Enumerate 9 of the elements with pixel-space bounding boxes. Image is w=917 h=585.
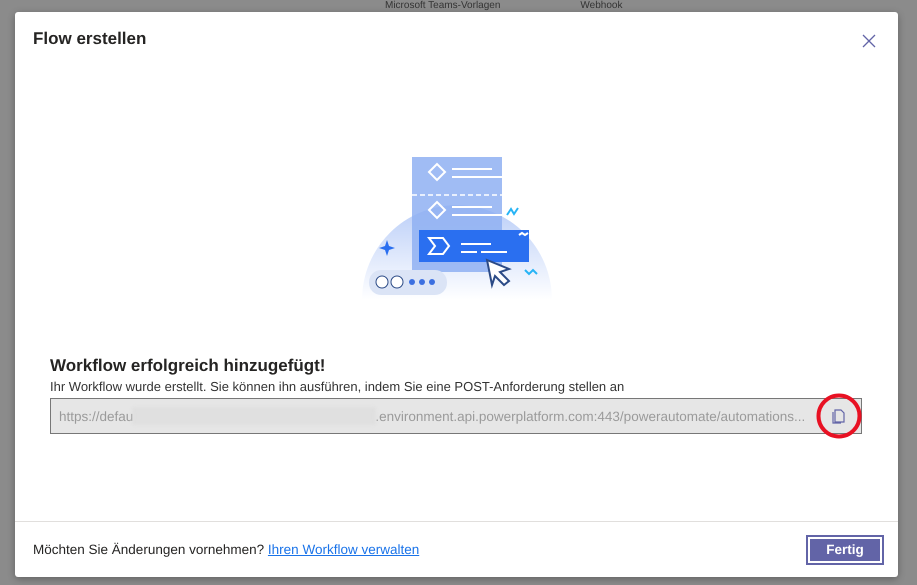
backdrop-toolbar-item: Webhook — [580, 0, 622, 11]
dialog-title: Flow erstellen — [33, 29, 146, 49]
manage-workflow-link[interactable]: Ihren Workflow verwalten — [268, 542, 420, 557]
footer-prompt: Möchten Sie Änderungen vornehmen? — [33, 542, 264, 557]
success-heading: Workflow erfolgreich hinzugefügt! — [50, 356, 326, 376]
close-icon[interactable] — [862, 34, 876, 48]
done-button[interactable]: Fertig — [808, 536, 882, 562]
success-description: Ihr Workflow wurde erstellt. Sie können ihn ausführen, indem Sie eine POST-Anforderung stellen an — [50, 379, 626, 395]
backdrop-toolbar-item: Microsoft Teams-Vorlagen — [385, 0, 500, 11]
